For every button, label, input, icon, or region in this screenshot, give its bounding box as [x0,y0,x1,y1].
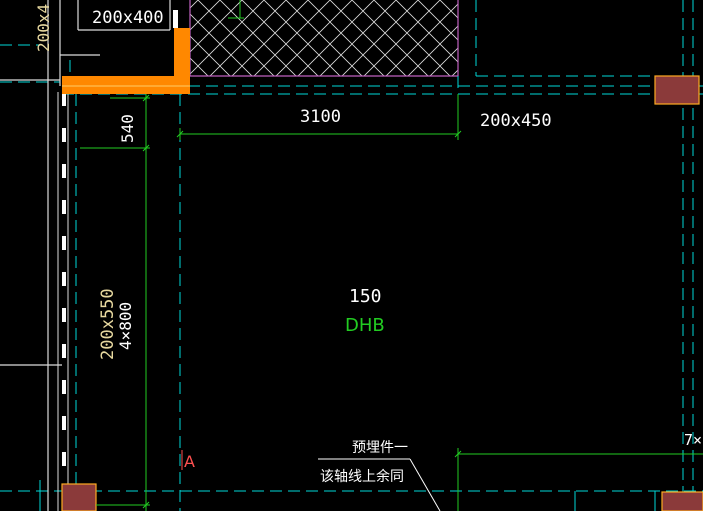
column-bottom-right [661,491,703,511]
cad-drawing: 200x400 200x4 3100 200x450 540 200x550 4… [0,0,703,511]
beam-end-marker [173,10,178,28]
note-leader [318,458,441,511]
dim-540: 540 [118,114,137,143]
column-top-right [654,75,700,105]
beam-label-top: 200x400 [92,8,164,28]
beam-label-left-1: 200x550 [98,288,118,360]
hatched-opening [189,0,459,77]
highlighted-beam [62,28,190,94]
beam-label-right: 200x450 [480,111,552,131]
slab-type: DHB [345,315,385,336]
column-bottom-left [61,483,97,511]
beam-label-left-2: 4×800 [116,302,135,350]
dim-3100: 3100 [300,107,341,127]
edge-label-right: 7× [684,431,702,449]
beam-label-left-cut: 200x4 [34,4,53,52]
note-line-2: 该轴线上余同 [320,468,404,485]
wall-thin [57,92,69,511]
slab-thickness: 150 [349,286,382,307]
axis-marker: A [184,452,195,471]
note-line-1: 预埋件一 [352,440,408,456]
